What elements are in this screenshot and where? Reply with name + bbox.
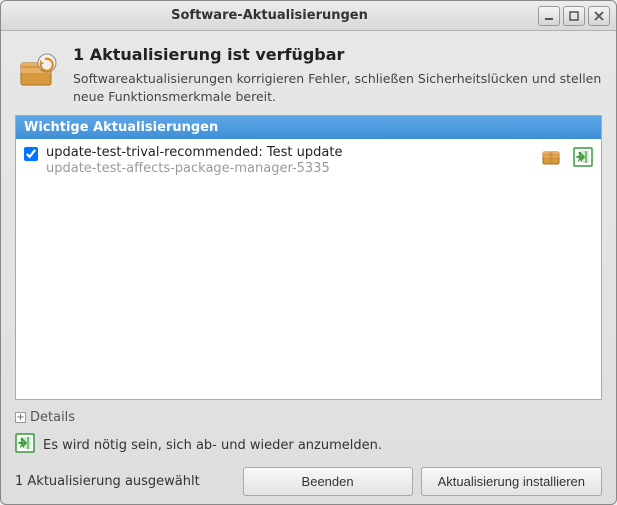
quit-button[interactable]: Beenden — [243, 467, 413, 496]
list-section-header: Wichtige Aktualisierungen — [16, 116, 601, 139]
logout-notice-text: Es wird nötig sein, sich ab- und wieder … — [43, 438, 382, 453]
update-text: update-test-trival-recommended: Test upd… — [46, 145, 533, 176]
list-body[interactable]: update-test-trival-recommended: Test upd… — [16, 139, 601, 399]
header-row: 1 Aktualisierung ist verfügbar Softwarea… — [15, 45, 602, 105]
updates-list: Wichtige Aktualisierungen update-test-tr… — [15, 115, 602, 400]
page-heading: 1 Aktualisierung ist verfügbar — [73, 45, 602, 64]
update-title: update-test-trival-recommended: Test upd… — [46, 145, 533, 160]
logout-notice: Es wird nötig sein, sich ab- und wieder … — [15, 433, 602, 457]
maximize-button[interactable] — [563, 6, 585, 26]
software-update-icon — [15, 45, 59, 89]
window-title: Software-Aktualisierungen — [1, 8, 538, 23]
logout-required-icon — [573, 147, 593, 171]
close-button[interactable] — [588, 6, 610, 26]
content-area: 1 Aktualisierung ist verfügbar Softwarea… — [1, 31, 616, 504]
update-status-icons — [541, 145, 593, 171]
page-description: Softwareaktualisierungen korrigieren Feh… — [73, 70, 602, 105]
button-row: 1 Aktualisierung ausgewählt Beenden Aktu… — [15, 467, 602, 496]
update-subtitle: update-test-affects-package-manager-5335 — [46, 161, 533, 176]
expander-icon: + — [15, 412, 26, 423]
details-label: Details — [30, 410, 75, 425]
update-checkbox[interactable] — [24, 147, 38, 161]
details-expander[interactable]: + Details — [15, 410, 602, 425]
selection-count-label: 1 Aktualisierung ausgewählt — [15, 474, 235, 489]
header-text: 1 Aktualisierung ist verfügbar Softwarea… — [73, 45, 602, 105]
window-controls — [538, 6, 610, 26]
software-updates-window: Software-Aktualisierungen — [0, 0, 617, 505]
package-icon — [541, 147, 561, 171]
logout-required-icon — [15, 433, 35, 457]
minimize-button[interactable] — [538, 6, 560, 26]
list-item[interactable]: update-test-trival-recommended: Test upd… — [16, 139, 601, 182]
install-updates-button[interactable]: Aktualisierung installieren — [421, 467, 602, 496]
titlebar[interactable]: Software-Aktualisierungen — [1, 1, 616, 31]
